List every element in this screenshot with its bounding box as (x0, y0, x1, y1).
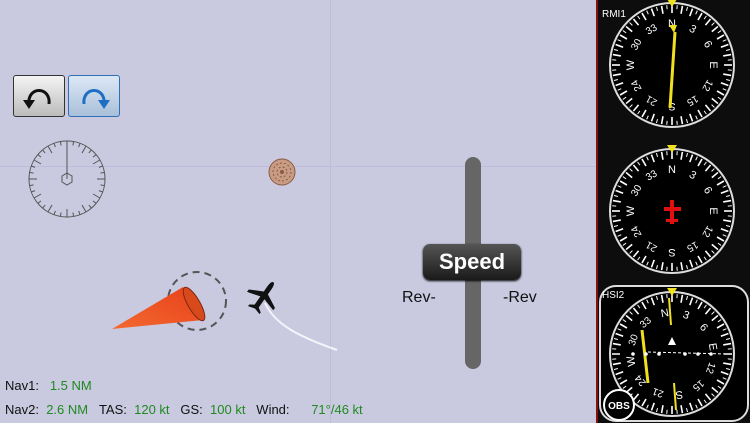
dial-tick (42, 149, 46, 154)
dial-tick (33, 159, 42, 165)
dial-tick (92, 200, 97, 204)
nav2-value: 2.6 NM (46, 402, 89, 417)
rmi1-mark: E (707, 61, 719, 68)
hdg-mark: W (625, 205, 637, 216)
dial-tick (100, 184, 105, 187)
tas-label: TAS: (98, 402, 127, 417)
instruments-svg: N 36E1215S2124W3033N 36E1215S2124W3033N 36E… (599, 0, 749, 422)
hsi2-tick (727, 348, 732, 350)
dial-tick (29, 184, 34, 187)
dial-tick (100, 171, 105, 174)
obs-button[interactable]: OBS (603, 389, 635, 421)
dial-tick (92, 154, 97, 158)
turn-left-button[interactable] (13, 75, 65, 117)
dial-tick (88, 204, 92, 209)
dial-tick (31, 165, 36, 168)
navaid-station-icon (268, 158, 296, 186)
hsi2-tick (612, 358, 617, 360)
hsi2-tick (676, 409, 678, 414)
rmi1-label: RMI1 (602, 9, 626, 20)
dial-tick (92, 193, 101, 199)
dial-tick (81, 204, 87, 213)
hdg-mark: E (707, 207, 719, 214)
dial-tick (33, 193, 42, 199)
turn-right-arrow-icon (82, 89, 110, 109)
dial-tick (47, 204, 53, 213)
heading-dial-icon (28, 140, 106, 218)
hsi2-cdi-dot (644, 352, 648, 356)
dial-tick (92, 159, 101, 165)
instrument-panel: N 3 6 E 12 15 S 21 24 W 30 33 N 3 6 E 12 15 S 21 24 W 30 33 N 3 6 E… (596, 0, 750, 423)
dial-tick (31, 190, 36, 193)
tas-value: 120 kt (134, 402, 170, 417)
wind-label: Wind: (256, 402, 290, 417)
hsi2-label: HSI2 (602, 290, 625, 301)
nav1-readout: Nav1: 1.5 NM (5, 378, 92, 393)
grid-line (330, 0, 331, 423)
dial-tick (78, 210, 81, 215)
dial-tick (37, 154, 42, 158)
nav2-label: Nav2: (5, 402, 39, 417)
dial-tick (37, 200, 42, 204)
rev-plus-label: -Rev (503, 289, 537, 306)
wind-value: 71°/46 kt (311, 402, 363, 417)
gs-value: 100 kt (210, 402, 246, 417)
dial-tick (98, 190, 103, 193)
aircraft-icon[interactable] (243, 277, 283, 317)
dial-tick (88, 149, 92, 154)
plane-symbol-tail (666, 219, 678, 222)
speed-slider-handle[interactable]: Speed (423, 244, 521, 280)
windsock-icon (112, 271, 227, 331)
turn-left-arrow-icon (23, 89, 51, 109)
rmi1-mark: W (625, 59, 637, 70)
hdg-mark: N (668, 164, 676, 176)
dial-tick (72, 141, 75, 146)
dial-tick (42, 204, 46, 209)
hdg-mark: S (668, 246, 675, 258)
dial-tick (81, 145, 87, 154)
dial-tick (53, 210, 56, 215)
dial-tick (29, 171, 34, 174)
nav2-readout: Nav2: 2.6 NM TAS: 120 kt GS: 100 kt Wind… (5, 402, 363, 417)
dial-tick (47, 145, 53, 154)
nav1-value: 1.5 NM (49, 378, 92, 393)
dial-tick (59, 141, 62, 146)
hsi2-cdi-dot (631, 352, 635, 356)
hsi2-cdi-dot (696, 352, 700, 356)
rev-minus-label: Rev- (402, 289, 436, 306)
dial-tick (72, 212, 75, 217)
dial-tick (78, 143, 81, 148)
nav1-label: Nav1: (5, 378, 39, 393)
dial-tick (98, 165, 103, 168)
dial-tick (53, 143, 56, 148)
dial-tick (59, 212, 62, 217)
turn-right-button[interactable] (68, 75, 120, 117)
hsi2-tick (666, 294, 668, 299)
gs-label: GS: (180, 402, 203, 417)
map-view[interactable]: Speed Rev- -Rev Nav1: 1.5 NM Nav2: 2.6 N… (0, 0, 596, 423)
